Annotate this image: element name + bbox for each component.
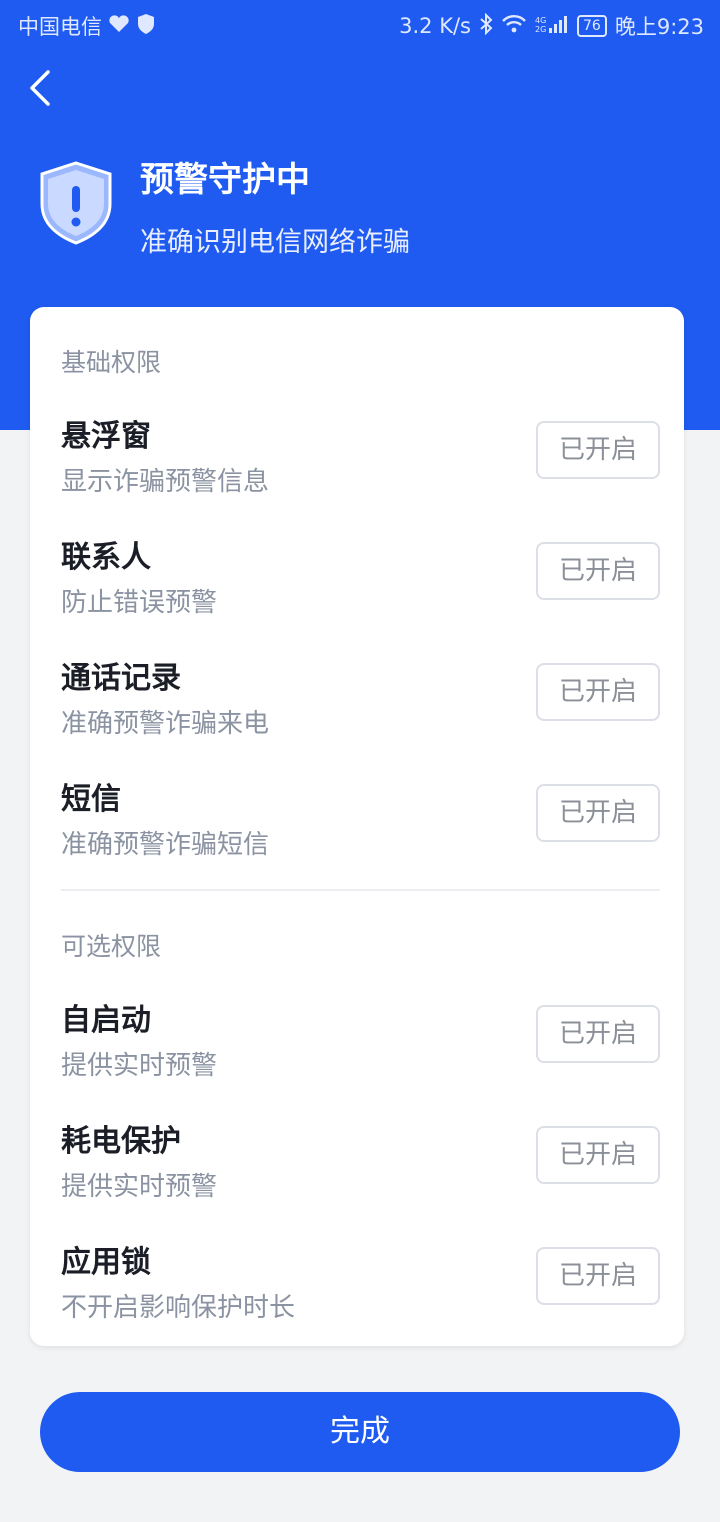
battery-icon: 76 xyxy=(577,15,607,37)
chevron-left-icon xyxy=(30,70,50,106)
status-bar: 中国电信 3.2 K/s 4G 2G 76 晚上9:23 xyxy=(0,0,720,50)
back-button[interactable] xyxy=(24,66,64,114)
svg-text:4G: 4G xyxy=(535,16,546,25)
permission-desc-contacts: 防止错误预警 xyxy=(61,588,218,618)
section-divider xyxy=(61,889,660,891)
permission-desc-call-log: 准确预警诈骗来电 xyxy=(61,709,270,739)
optional-permissions-label: 可选权限 xyxy=(61,932,162,961)
permission-desc-floating-window: 显示诈骗预警信息 xyxy=(61,467,270,497)
svg-text:2G: 2G xyxy=(535,25,546,34)
permission-desc-autostart: 提供实时预警 xyxy=(61,1051,218,1081)
contacts-status-button[interactable]: 已开启 xyxy=(536,542,660,600)
permission-desc-sms: 准确预警诈骗短信 xyxy=(61,830,270,860)
permission-title-sms: 短信 xyxy=(61,782,121,817)
clock: 晚上9:23 xyxy=(614,15,704,39)
heart-icon xyxy=(108,14,130,39)
bluetooth-icon xyxy=(479,12,493,40)
autostart-status-button[interactable]: 已开启 xyxy=(536,1005,660,1063)
network-speed: 3.2 K/s xyxy=(399,14,471,38)
page-subtitle: 准确识别电信网络诈骗 xyxy=(140,227,410,258)
floating-window-status-button[interactable]: 已开启 xyxy=(536,421,660,479)
permissions-card: 基础权限 悬浮窗 显示诈骗预警信息 已开启 联系人 防止错误预警 已开启 通话记… xyxy=(30,307,684,1346)
permission-title-call-log: 通话记录 xyxy=(61,661,181,696)
signal-icon: 4G 2G xyxy=(535,14,569,39)
permission-desc-app-lock: 不开启影响保护时长 xyxy=(61,1293,296,1323)
battery-protection-status-button[interactable]: 已开启 xyxy=(536,1126,660,1184)
permission-title-app-lock: 应用锁 xyxy=(61,1245,151,1280)
permission-title-floating-window: 悬浮窗 xyxy=(61,419,151,454)
permission-title-battery-protection: 耗电保护 xyxy=(61,1124,181,1159)
sms-status-button[interactable]: 已开启 xyxy=(536,784,660,842)
permission-title-autostart: 自启动 xyxy=(61,1003,151,1038)
permission-title-contacts: 联系人 xyxy=(61,540,151,575)
shield-warning-icon xyxy=(38,160,114,246)
permission-desc-battery-protection: 提供实时预警 xyxy=(61,1172,218,1202)
page-title: 预警守护中 xyxy=(140,160,310,200)
wifi-icon xyxy=(501,14,527,39)
done-button[interactable]: 完成 xyxy=(40,1392,680,1472)
app-lock-status-button[interactable]: 已开启 xyxy=(536,1247,660,1305)
call-log-status-button[interactable]: 已开启 xyxy=(536,663,660,721)
carrier-label: 中国电信 xyxy=(18,15,102,39)
basic-permissions-label: 基础权限 xyxy=(61,348,162,377)
shield-small-icon xyxy=(136,13,156,40)
